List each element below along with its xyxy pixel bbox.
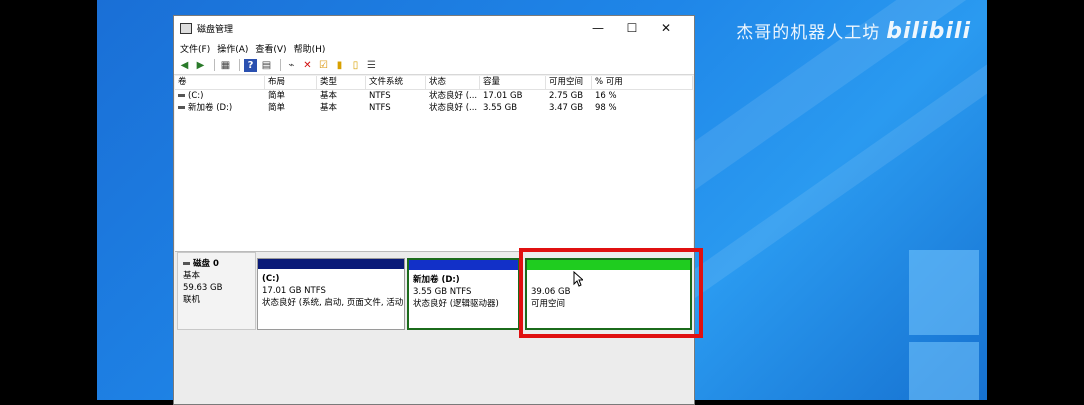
partition-size: 17.01 GB NTFS — [262, 286, 326, 296]
properties-icon[interactable]: ▤ — [260, 59, 273, 72]
volume-name: (C:) — [188, 91, 204, 101]
disk-icon — [183, 262, 190, 265]
column-header-filesystem[interactable]: 文件系统 — [366, 76, 426, 89]
windows-logo-pane — [909, 342, 979, 400]
disk-management-app-icon — [180, 22, 192, 34]
help-icon[interactable]: ? — [244, 58, 257, 72]
type-cell: 基本 — [320, 103, 338, 113]
volume-list: 卷 布局 类型 文件系统 状态 容量 可用空间 % 可用 (C:) 简单 基本 … — [175, 76, 693, 252]
disk-name-row: 磁盘 0 — [183, 258, 250, 270]
toolbar-separator — [239, 59, 240, 71]
disk-size: 59.63 GB — [183, 283, 223, 293]
disk-management-window: 磁盘管理 — ☐ ✕ 文件(F) 操作(A) 查看(V) 帮助(H) ◀ ▶ ▦… — [173, 15, 695, 405]
column-header-free-space[interactable]: 可用空间 — [546, 76, 592, 89]
maximize-button[interactable]: ☐ — [616, 16, 648, 40]
toolbar-separator — [214, 59, 215, 71]
column-header-capacity[interactable]: 容量 — [480, 76, 546, 89]
partition-size: 3.55 GB NTFS — [413, 287, 472, 297]
filesystem-cell: NTFS — [369, 91, 391, 101]
column-header-percent-free[interactable]: % 可用 — [592, 76, 693, 89]
percent-free-cell: 98 % — [595, 103, 617, 113]
watermark: 杰哥的机器人工坊 bilibili — [736, 18, 971, 44]
partition-bar-primary — [258, 259, 404, 269]
status-cell: 状态良好 (... — [429, 103, 478, 113]
highlight-box — [519, 248, 703, 338]
connect-icon[interactable]: ⌁ — [285, 59, 298, 72]
capacity-cell: 3.55 GB — [483, 103, 518, 113]
layout-cell: 简单 — [268, 103, 286, 113]
disk-name: 磁盘 0 — [193, 259, 219, 269]
volume-name-cell: 新加卷 (D:) — [175, 102, 265, 114]
menu-bar: 文件(F) 操作(A) 查看(V) 帮助(H) — [174, 40, 694, 56]
volume-icon — [178, 94, 185, 97]
watermark-text: 杰哥的机器人工坊 — [736, 23, 881, 43]
title-bar[interactable]: 磁盘管理 — ☐ ✕ — [174, 16, 694, 40]
partition-d[interactable]: 新加卷 (D:) 3.55 GB NTFS 状态良好 (逻辑驱动器) — [407, 258, 520, 330]
type-cell: 基本 — [320, 91, 338, 101]
windows-logo-pane — [909, 250, 979, 335]
free-space-cell: 3.47 GB — [549, 103, 584, 113]
disk-0-info[interactable]: 磁盘 0 基本 59.63 GB 联机 — [177, 252, 256, 330]
close-button[interactable]: ✕ — [650, 16, 682, 40]
toolbar: ◀ ▶ ▦ ? ▤ ⌁ ✕ ☑ ▮ ▯ ☰ — [174, 56, 694, 75]
volume-icon — [178, 106, 185, 109]
volume-name: 新加卷 (D:) — [188, 103, 233, 113]
percent-free-cell: 16 % — [595, 91, 617, 101]
menu-action[interactable]: 操作(A) — [217, 42, 248, 55]
check-icon[interactable]: ☑ — [317, 59, 330, 72]
menu-file[interactable]: 文件(F) — [180, 42, 210, 55]
partition-text: 新加卷 (D:) 3.55 GB NTFS 状态良好 (逻辑驱动器) — [409, 270, 518, 310]
column-header-layout[interactable]: 布局 — [265, 76, 317, 89]
volume-row-d[interactable]: 新加卷 (D:) 简单 基本 NTFS 状态良好 (... 3.55 GB 3.… — [175, 102, 693, 114]
mouse-cursor-icon — [573, 271, 583, 287]
partition-status: 状态良好 (系统, 启动, 页面文件, 活动 — [262, 298, 404, 308]
column-header-volume[interactable]: 卷 — [175, 76, 265, 89]
window-title: 磁盘管理 — [197, 24, 234, 35]
column-header-status[interactable]: 状态 — [426, 76, 480, 89]
toolbar-separator — [280, 59, 281, 71]
back-icon[interactable]: ◀ — [178, 59, 191, 72]
volume-list-header: 卷 布局 类型 文件系统 状态 容量 可用空间 % 可用 — [175, 76, 693, 90]
disk-list-icon[interactable]: ▦ — [219, 59, 232, 72]
status-cell: 状态良好 (... — [429, 91, 478, 101]
delete-icon[interactable]: ✕ — [301, 59, 314, 72]
free-space-cell: 2.75 GB — [549, 91, 584, 101]
column-header-type[interactable]: 类型 — [317, 76, 366, 89]
partition-text: (C:) 17.01 GB NTFS 状态良好 (系统, 启动, 页面文件, 活… — [258, 269, 404, 309]
import-icon[interactable]: ▯ — [349, 59, 362, 72]
partition-name: 新加卷 (D:) — [413, 275, 460, 285]
partition-c[interactable]: (C:) 17.01 GB NTFS 状态良好 (系统, 启动, 页面文件, 活… — [257, 258, 405, 330]
new-icon[interactable]: ▮ — [333, 59, 346, 72]
partition-status: 状态良好 (逻辑驱动器) — [413, 299, 499, 309]
filesystem-cell: NTFS — [369, 103, 391, 113]
menu-view[interactable]: 查看(V) — [255, 42, 286, 55]
disk-type: 基本 — [183, 271, 201, 281]
disk-status: 联机 — [183, 295, 201, 305]
volume-name-cell: (C:) — [175, 90, 265, 102]
layout-cell: 简单 — [268, 91, 286, 101]
bilibili-logo: bilibili — [886, 19, 971, 44]
forward-icon[interactable]: ▶ — [194, 59, 207, 72]
menu-help[interactable]: 帮助(H) — [294, 42, 326, 55]
volume-row-c[interactable]: (C:) 简单 基本 NTFS 状态良好 (... 17.01 GB 2.75 … — [175, 90, 693, 102]
minimize-button[interactable]: — — [582, 16, 614, 40]
capacity-cell: 17.01 GB — [483, 91, 523, 101]
partition-bar-logical — [409, 260, 518, 270]
list-icon[interactable]: ☰ — [365, 59, 378, 72]
partition-name: (C:) — [262, 274, 280, 284]
